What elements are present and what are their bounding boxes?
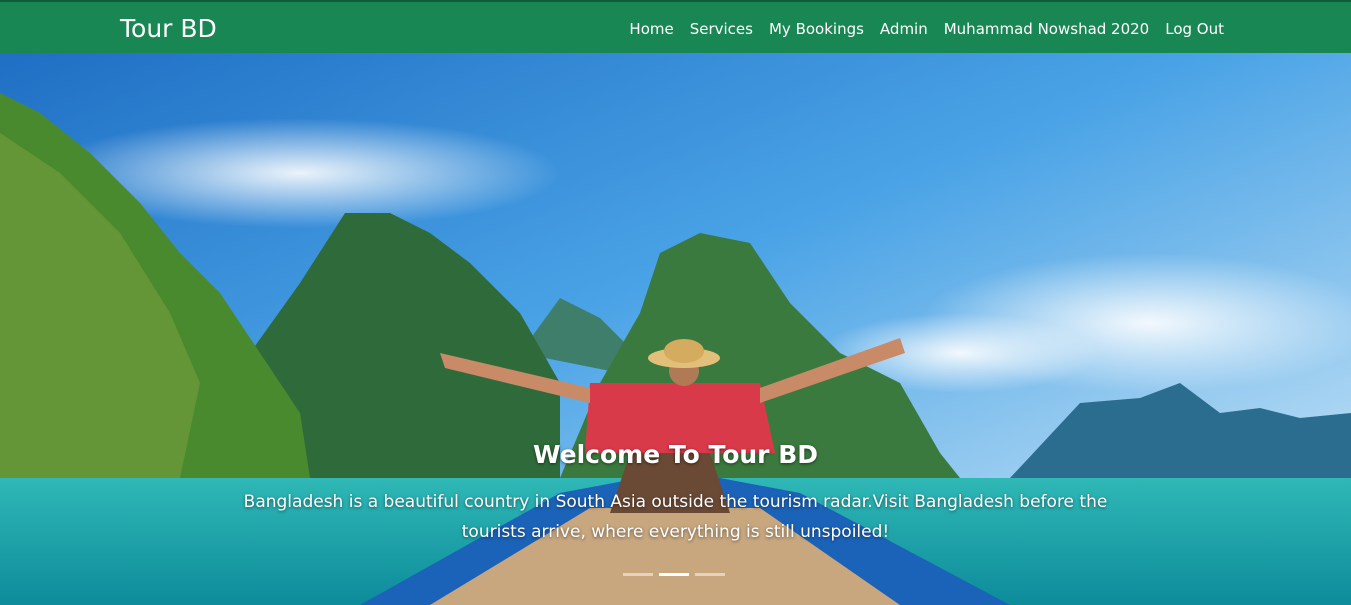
nav-my-bookings[interactable]: My Bookings bbox=[769, 19, 864, 39]
hero-description: Bangladesh is a beautiful country in Sou… bbox=[243, 492, 1108, 542]
carousel-indicators bbox=[623, 573, 725, 576]
hero-carousel: Welcome To Tour BD Bangladesh is a beaut… bbox=[0, 53, 1351, 605]
nav-admin[interactable]: Admin bbox=[880, 19, 928, 39]
carousel-indicator-2[interactable] bbox=[659, 573, 689, 576]
hero-title: Welcome To Tour BD bbox=[532, 440, 819, 469]
carousel-indicator-3[interactable] bbox=[695, 573, 725, 576]
nav-user-name[interactable]: Muhammad Nowshad 2020 bbox=[944, 19, 1150, 39]
top-navbar: Tour BD Home Services My Bookings Admin … bbox=[0, 0, 1351, 53]
nav-home[interactable]: Home bbox=[629, 19, 673, 39]
nav-services[interactable]: Services bbox=[690, 19, 753, 39]
nav-links: Home Services My Bookings Admin Muhammad… bbox=[629, 19, 1224, 39]
nav-log-out[interactable]: Log Out bbox=[1165, 19, 1224, 39]
carousel-caption: Welcome To Tour BD Bangladesh is a beaut… bbox=[0, 435, 1351, 547]
brand-logo[interactable]: Tour BD bbox=[120, 14, 217, 44]
carousel-indicator-1[interactable] bbox=[623, 573, 653, 576]
